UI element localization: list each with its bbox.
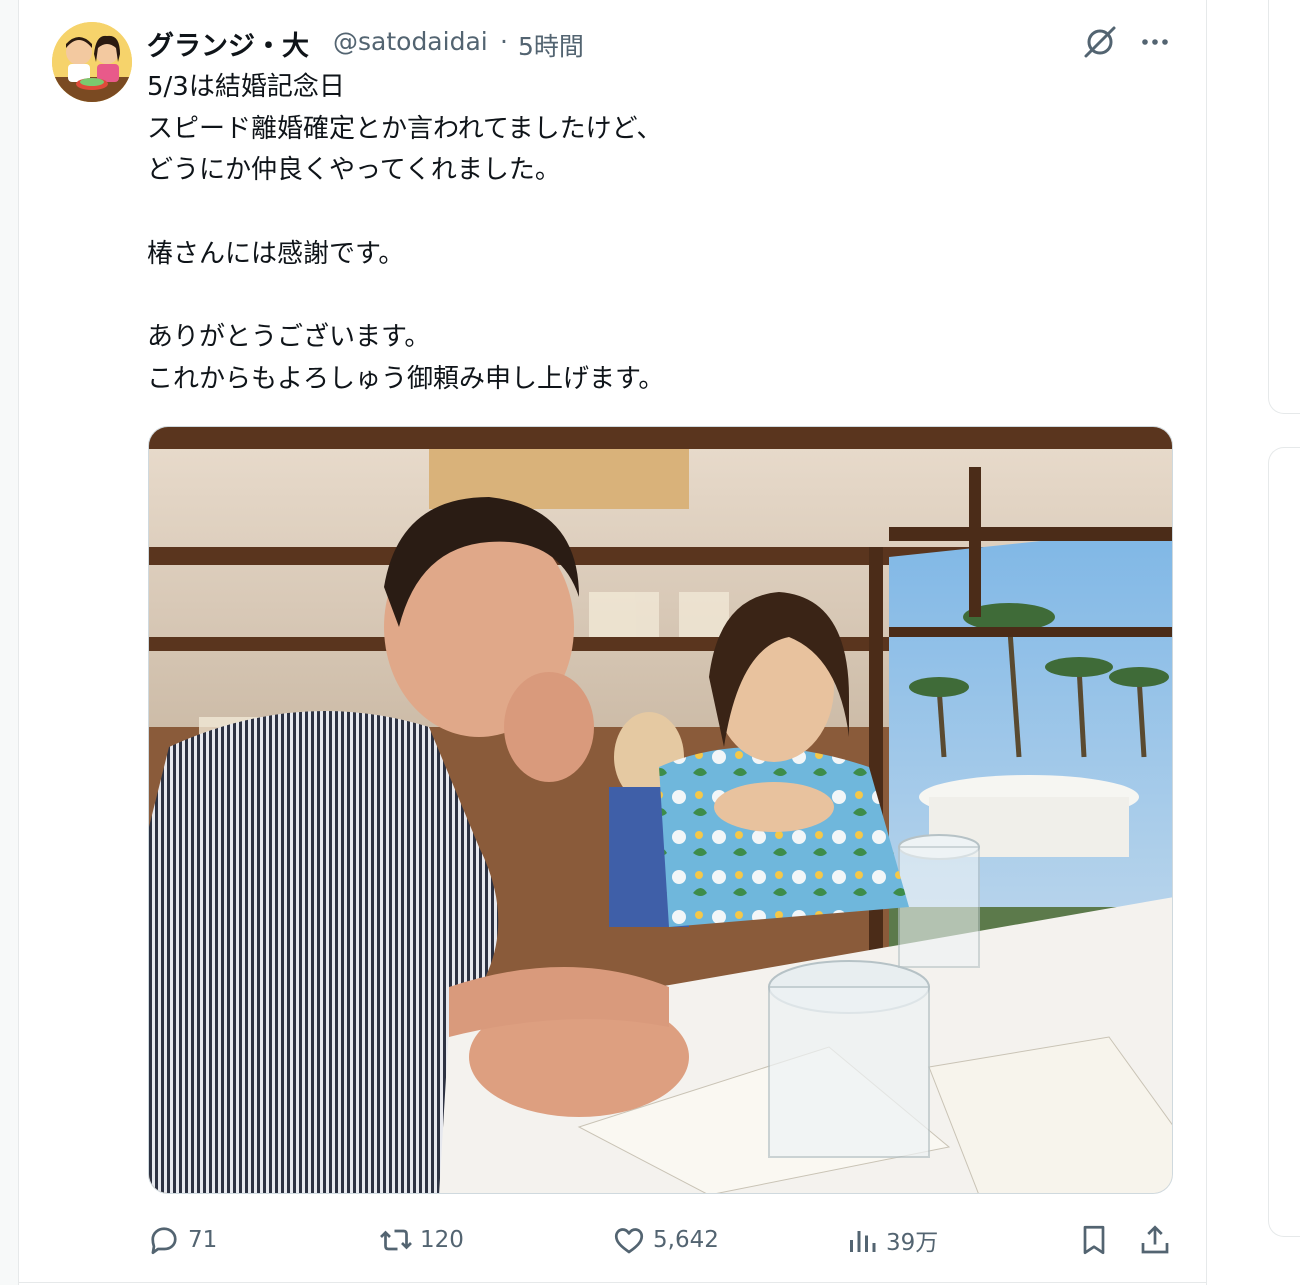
tweet-line bbox=[147, 275, 1167, 317]
repost-button[interactable]: 120 bbox=[378, 1220, 464, 1260]
share-icon bbox=[1141, 1225, 1169, 1254]
tweet-line: 椿さんには感謝です。 bbox=[147, 238, 405, 269]
sidebar-card bbox=[1268, 0, 1300, 414]
share-button[interactable] bbox=[1137, 1220, 1173, 1260]
tweet-line: 5/3は結婚記念日 bbox=[147, 72, 345, 102]
sidebar-card bbox=[1268, 447, 1300, 1237]
author-handle[interactable]: @satodaidai bbox=[333, 27, 488, 56]
tweet-line bbox=[147, 192, 1167, 234]
reply-button[interactable]: 71 bbox=[146, 1220, 217, 1260]
like-button[interactable]: 5,642 bbox=[611, 1220, 719, 1260]
tweet-line: どうにか仲良くやってくれました。 bbox=[147, 155, 561, 186]
views-count: 39万 bbox=[886, 1230, 939, 1256]
tweet-photo[interactable] bbox=[148, 426, 1173, 1194]
more-icon[interactable] bbox=[1135, 22, 1175, 62]
column-border-left bbox=[18, 0, 19, 1285]
avatar[interactable] bbox=[52, 22, 132, 102]
author-name[interactable]: グランジ・大 bbox=[147, 24, 309, 63]
tweet-line: ありがとうございます。 bbox=[147, 322, 431, 353]
repost-count: 120 bbox=[420, 1227, 464, 1253]
column-border-right bbox=[1206, 0, 1207, 1285]
bookmark-button[interactable] bbox=[1076, 1220, 1112, 1260]
tweet-line: スピード離婚確定とか言われてましたけど、 bbox=[147, 113, 663, 144]
left-strip bbox=[0, 0, 18, 1285]
avatar-illustration bbox=[52, 22, 132, 102]
views-button[interactable]: 39万 bbox=[844, 1220, 938, 1260]
reply-count: 71 bbox=[188, 1227, 218, 1253]
tweet-line: これからもよろしゅう御頼み申し上げます。 bbox=[147, 363, 665, 394]
tweet-text: 5/3は結婚記念日 スピード離婚確定とか言われてましたけど、 どうにか仲良くやっ… bbox=[147, 67, 1167, 401]
restaurant-photo bbox=[149, 427, 1172, 1193]
grok-icon[interactable] bbox=[1080, 22, 1120, 62]
like-count: 5,642 bbox=[653, 1227, 719, 1253]
separator-dot: · bbox=[500, 27, 508, 56]
repost-icon bbox=[380, 1229, 412, 1251]
tweet-divider bbox=[18, 1282, 1207, 1283]
views-icon bbox=[850, 1231, 876, 1252]
timestamp[interactable]: 5時間 bbox=[518, 27, 584, 63]
heart-icon bbox=[614, 1228, 644, 1254]
reply-icon bbox=[151, 1227, 177, 1255]
bookmark-icon bbox=[1083, 1225, 1105, 1255]
